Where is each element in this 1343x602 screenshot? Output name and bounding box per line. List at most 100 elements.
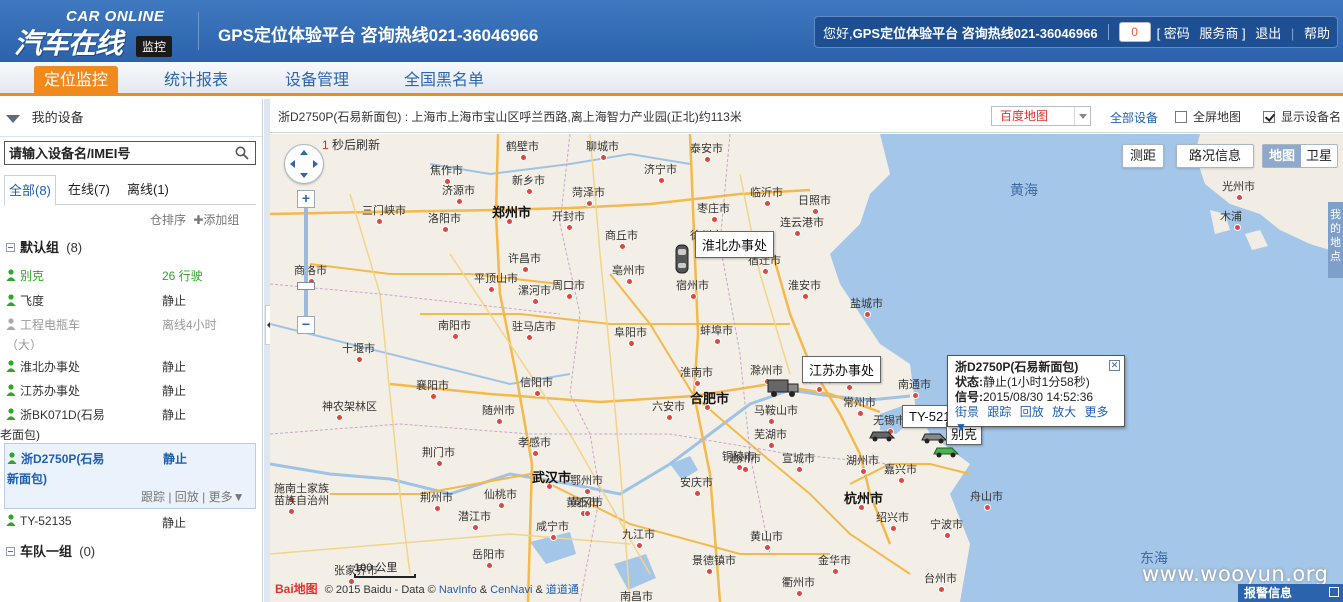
sidebar-header[interactable]: 我的设备 — [0, 99, 262, 137]
person-icon — [6, 318, 16, 330]
city-label: 泰安市 — [690, 143, 723, 155]
city-label: 舟山市 — [970, 491, 1003, 503]
marker-label[interactable]: 淮北办事处 — [695, 231, 775, 258]
help-link[interactable]: 帮助 — [1304, 26, 1330, 41]
zoom-slider-handle[interactable] — [297, 282, 315, 290]
city-dot-icon — [768, 418, 775, 425]
city-label: 十堰市 — [342, 343, 375, 355]
zoom-out-button[interactable]: − — [297, 316, 315, 334]
zoom-in-button[interactable]: + — [297, 190, 315, 208]
device-sidebar: 我的设备 全部(8) 在线(7) 离线(1) 仓排序 ✚添加组 默认组 (8) … — [0, 99, 263, 602]
device-row[interactable]: 淮北办事处 静止 — [6, 358, 256, 375]
zoom-slider[interactable] — [304, 208, 308, 316]
city-label: 宣城市 — [782, 453, 815, 465]
add-group-button[interactable]: ✚添加组 — [193, 213, 239, 227]
map-canvas[interactable]: 黄海 东海 鹤壁市 聊城市 泰安市 焦作市 新乡市 济宁市 济源市 菏泽市 临沂市 三门峡市 洛阳市… — [270, 134, 1343, 602]
city-label: 济宁市 — [644, 164, 677, 176]
popup-zoom-link[interactable]: 放大 — [1052, 405, 1076, 419]
tab-all[interactable]: 全部(8) — [4, 175, 56, 206]
city-label: 孝感市 — [518, 437, 551, 449]
provider-link[interactable]: 服务商 ] — [1199, 26, 1245, 41]
sort-row: 仓排序 ✚添加组 — [150, 211, 239, 228]
device-actions[interactable]: 跟踪 | 回放 | 更多▼ — [141, 488, 244, 505]
city-label: 信阳市 — [520, 377, 553, 389]
my-places-tab[interactable]: 我的地点 — [1328, 202, 1343, 278]
city-dot-icon — [600, 154, 607, 161]
pan-control[interactable] — [284, 144, 324, 184]
password-link[interactable]: [ 密码 — [1157, 26, 1190, 41]
device-row[interactable]: 江苏办事处 静止 — [6, 382, 256, 399]
checkbox[interactable] — [1263, 111, 1275, 123]
close-icon[interactable]: ✕ — [1109, 360, 1120, 371]
tab-offline[interactable]: 离线(1) — [127, 175, 169, 205]
navinfo-link[interactable]: NavInfo — [439, 584, 477, 596]
group-team1[interactable]: 车队一组 (0) — [6, 541, 95, 560]
city-label: 蚌埠市 — [700, 325, 733, 337]
traffic-button[interactable]: 路况信息 — [1176, 144, 1254, 168]
daodaotong-link[interactable]: 道道通 — [546, 584, 579, 596]
show-device-name-toggle[interactable]: 显示设备名 — [1263, 108, 1341, 125]
city-dot-icon — [658, 177, 665, 184]
device-search-input[interactable] — [5, 142, 229, 164]
map-type-map[interactable]: 地图 — [1263, 145, 1301, 167]
device-row[interactable]: 别克 26 行驶 — [6, 267, 256, 284]
city-dot-icon — [442, 226, 449, 233]
nav-tab-reports[interactable]: 统计报表 — [164, 66, 228, 96]
alarm-panel-tab[interactable]: 报警信息 — [1238, 584, 1343, 602]
city-label: 嘉兴市 — [884, 464, 917, 476]
pan-arrows-icon — [290, 150, 318, 178]
checkbox[interactable] — [1175, 111, 1187, 123]
logo: CAR ONLINE 汽车在线 监控 — [14, 6, 184, 59]
car-marker-icon[interactable] — [920, 430, 948, 444]
truck-marker-icon[interactable] — [767, 378, 801, 398]
device-row[interactable]: 飞度 静止 — [6, 292, 256, 309]
city-label: 宿州市 — [676, 280, 709, 292]
city-label: 潜江市 — [458, 511, 491, 523]
all-devices-link[interactable]: 全部设备 — [1110, 109, 1158, 126]
map-type-satellite[interactable]: 卫星 — [1301, 145, 1337, 167]
city-label: 绍兴市 — [876, 512, 909, 524]
sort-button[interactable]: 仓排序 — [150, 213, 186, 227]
city-label: 平顶山市 — [474, 273, 518, 285]
car-marker-icon[interactable] — [932, 444, 960, 458]
nav-tab-devices[interactable]: 设备管理 — [285, 66, 349, 96]
device-row[interactable]: 工程电瓶车 离线4小时 （大） — [6, 316, 256, 353]
group-default[interactable]: 默认组 (8) — [6, 237, 82, 256]
cennavi-link[interactable]: CenNavi — [490, 584, 532, 596]
city-dot-icon — [522, 266, 529, 273]
city-dot-icon — [498, 502, 505, 509]
fullscreen-toggle[interactable]: 全屏地图 — [1175, 108, 1241, 125]
search-icon[interactable] — [235, 146, 249, 160]
city-label: 神农架林区 — [322, 401, 377, 413]
city-dot-icon — [1234, 224, 1241, 231]
restore-icon[interactable] — [1329, 587, 1339, 597]
map-provider-select[interactable]: 百度地图 — [991, 106, 1091, 126]
measure-button[interactable]: 测距 — [1122, 144, 1164, 168]
city-dot-icon — [742, 466, 749, 473]
city-dot-icon — [714, 338, 721, 345]
popup-street-view-link[interactable]: 街景 — [955, 405, 979, 419]
city-label: 亳州市 — [612, 265, 645, 277]
popup-playback-link[interactable]: 回放 — [1020, 405, 1044, 419]
tab-online[interactable]: 在线(7) — [68, 175, 110, 205]
nav-tab-location[interactable]: 定位监控 — [34, 66, 119, 96]
city-label: 岳阳市 — [472, 549, 505, 561]
collapse-icon — [6, 243, 15, 252]
city-label: 三门峡市 — [362, 205, 406, 217]
city-label: 许昌市 — [508, 253, 541, 265]
marker-label[interactable]: 江苏办事处 — [802, 356, 882, 383]
city-dot-icon — [566, 293, 573, 300]
selected-device-row[interactable]: 浙D2750P(石易 新面包) 静止 跟踪 | 回放 | 更多▼ — [4, 443, 256, 509]
city-dot-icon — [586, 200, 593, 207]
logout-link[interactable]: 退出 — [1255, 26, 1281, 41]
car-marker-icon[interactable] — [675, 244, 689, 274]
nav-tab-blacklist[interactable]: 全国黑名单 — [404, 66, 484, 96]
city-label: 台州市 — [924, 573, 957, 585]
baidu-logo: Bai地图 — [275, 582, 318, 596]
message-count-badge[interactable]: 0 — [1118, 22, 1151, 42]
device-row[interactable]: 浙BK071D(石易 静止 老面包) — [0, 406, 256, 443]
popup-track-link[interactable]: 跟踪 — [987, 405, 1011, 419]
car-marker-icon[interactable] — [868, 428, 896, 442]
device-row[interactable]: TY-52135 静止 — [6, 514, 256, 530]
city-dot-icon — [356, 356, 363, 363]
